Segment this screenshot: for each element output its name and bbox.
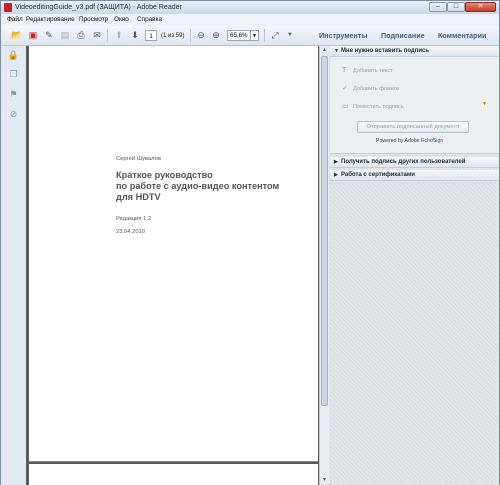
adobe-reader-icon bbox=[4, 3, 12, 12]
add-text-option[interactable]: T Добавить текст bbox=[342, 66, 393, 76]
toolbar-separator bbox=[190, 29, 191, 42]
menu-edit[interactable]: Редактирование bbox=[26, 15, 75, 25]
bookmarks-icon[interactable]: ⚑ bbox=[8, 89, 19, 100]
collapsed-arrow-icon: ▶ bbox=[334, 159, 338, 165]
pdf-page-next bbox=[29, 464, 318, 485]
document-title: Краткое руководство по работе с аудио-ви… bbox=[116, 170, 279, 203]
section-body-insert-signature: T Добавить текст ✓ Добавить флажок ▭ Помест… bbox=[330, 57, 499, 154]
save-icon[interactable]: ▤ bbox=[59, 29, 71, 41]
section-header-insert-signature[interactable]: ▼ Мне нужно вставить подпись bbox=[330, 46, 499, 57]
tools-pane-button[interactable]: Инструменты bbox=[319, 31, 368, 41]
section-header-certificates[interactable]: ▶ Работа с сертификатами bbox=[330, 170, 499, 181]
option-label: Добавить текст bbox=[353, 68, 393, 74]
text-icon: T bbox=[342, 67, 347, 74]
menu-window[interactable]: Окно bbox=[114, 15, 129, 25]
title-bar: VideoeditingGuide_v3.pdf (ЗАЩИТА) - Adob… bbox=[1, 1, 499, 14]
app-window: VideoeditingGuide_v3.pdf (ЗАЩИТА) - Adob… bbox=[0, 0, 500, 485]
zoom-level-input[interactable]: 65,6% bbox=[227, 30, 251, 41]
page-number-input[interactable]: 1 bbox=[145, 30, 157, 41]
maximize-button[interactable]: □ bbox=[447, 2, 465, 12]
menu-file[interactable]: Файл bbox=[7, 15, 23, 25]
powered-prefix: Powered by Adobe bbox=[376, 138, 420, 144]
close-button[interactable]: ✕ bbox=[465, 2, 496, 12]
toolbar-separator bbox=[107, 29, 108, 42]
document-title-line: для HDTV bbox=[116, 192, 161, 202]
section-title: Получить подпись других пользователей bbox=[341, 159, 466, 165]
zoom-out-icon[interactable]: ⊖ bbox=[195, 29, 207, 41]
scrollbar-thumb[interactable] bbox=[321, 56, 328, 406]
document-title-line: Краткое руководство bbox=[116, 170, 213, 180]
page-count: (1 из 59) bbox=[161, 33, 185, 39]
menu-view[interactable]: Просмотр bbox=[79, 15, 108, 25]
expanded-arrow-icon: ▼ bbox=[334, 48, 339, 54]
section-header-request-signatures[interactable]: ▶ Получить подпись других пользователей bbox=[330, 157, 499, 168]
scroll-down-icon[interactable]: ▼ bbox=[320, 476, 329, 485]
edit-icon[interactable]: ✎ bbox=[43, 29, 55, 41]
open-folder-icon[interactable]: 📂 bbox=[11, 29, 23, 41]
document-viewport[interactable]: Сергей Шувалов Краткое руководство по ра… bbox=[26, 46, 329, 485]
create-pdf-icon[interactable]: ▣ bbox=[27, 29, 39, 41]
option-label: Добавить флажок bbox=[353, 86, 400, 92]
document-date: 23.04.2010 bbox=[116, 229, 146, 235]
send-signed-document-button[interactable]: Отправить подписанный документ bbox=[357, 121, 469, 133]
navigation-rail: 🔒 ❐ ⚑ ⊘ bbox=[1, 46, 27, 485]
add-check-option[interactable]: ✓ Добавить флажок bbox=[342, 84, 399, 94]
toolbar: 📂 ▣ ✎ ▤ ⎙ ✉ ⬆ ⬇ 1 (1 из 59) ⊖ ⊕ 65,6% ▼ … bbox=[1, 26, 499, 46]
print-icon[interactable]: ⎙ bbox=[75, 29, 87, 41]
minimize-button[interactable]: – bbox=[429, 2, 447, 12]
sign-pane-button[interactable]: Подписание bbox=[381, 31, 425, 41]
section-title: Мне нужно вставить подпись bbox=[341, 48, 430, 54]
next-page-icon[interactable]: ⬇ bbox=[129, 29, 141, 41]
comments-pane-button[interactable]: Комментарии bbox=[438, 31, 486, 41]
zoom-dropdown-icon[interactable]: ▼ bbox=[251, 30, 259, 41]
signature-icon: ▭ bbox=[342, 103, 349, 110]
collapsed-arrow-icon: ▶ bbox=[334, 172, 338, 178]
powered-by-label: Powered by Adobe EchoSign bbox=[376, 138, 443, 144]
scroll-up-icon[interactable]: ▲ bbox=[320, 46, 329, 55]
zoom-in-icon[interactable]: ⊕ bbox=[210, 29, 222, 41]
attachments-icon[interactable]: ⊘ bbox=[8, 109, 19, 120]
section-title: Работа с сертификатами bbox=[341, 172, 415, 178]
fit-page-icon[interactable]: ⤢ bbox=[269, 29, 281, 41]
place-signature-option[interactable]: ▭ Поместить подпись bbox=[342, 102, 404, 112]
vertical-scrollbar[interactable]: ▲ ▼ bbox=[319, 46, 329, 485]
window-title: VideoeditingGuide_v3.pdf (ЗАЩИТА) - Adob… bbox=[15, 4, 182, 11]
signature-dropdown-icon[interactable]: ▼ bbox=[482, 101, 487, 107]
customize-toolbar-icon[interactable]: ▼ bbox=[284, 29, 296, 41]
document-edition: Редакция 1.2 bbox=[116, 216, 152, 222]
toolbar-separator bbox=[264, 29, 265, 42]
option-label: Поместить подпись bbox=[353, 104, 404, 110]
pdf-page: Сергей Шувалов Краткое руководство по ра… bbox=[29, 46, 318, 462]
sign-panel: ▼ Мне нужно вставить подпись T Добавить те… bbox=[330, 46, 499, 485]
document-title-line: по работе с аудио-видео контентом bbox=[116, 181, 280, 191]
document-author: Сергей Шувалов bbox=[116, 156, 161, 162]
page-thumbnails-icon[interactable]: ❐ bbox=[8, 69, 19, 80]
menu-help[interactable]: Справка bbox=[137, 15, 162, 25]
email-icon[interactable]: ✉ bbox=[91, 29, 103, 41]
previous-page-icon[interactable]: ⬆ bbox=[113, 29, 125, 41]
lock-icon[interactable]: 🔒 bbox=[8, 50, 19, 61]
echosign-brand: EchoSign bbox=[421, 138, 444, 144]
checkmark-icon: ✓ bbox=[342, 85, 348, 92]
